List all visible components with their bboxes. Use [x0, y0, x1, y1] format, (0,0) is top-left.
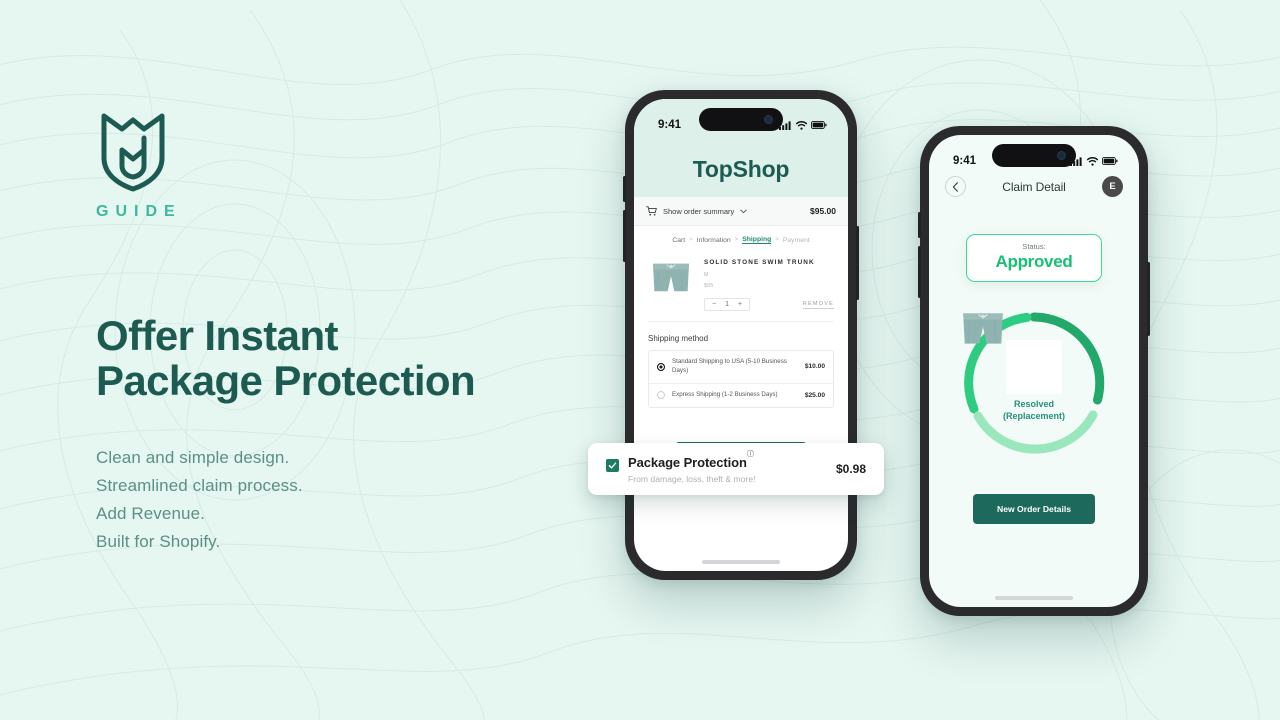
store-name: TopShop: [692, 156, 790, 182]
page-title: Claim Detail: [1002, 179, 1066, 194]
cellular-signal-icon: [1070, 156, 1082, 166]
wifi-icon: [796, 120, 807, 130]
chevron-left-icon: [952, 181, 958, 192]
checkout-screen: 9:41 TopShop Show order summary $95.00 C…: [634, 99, 848, 571]
radio-standard-icon[interactable]: [657, 362, 665, 371]
home-indicator: [702, 560, 780, 564]
info-circle-icon[interactable]: ⓘ: [747, 451, 754, 458]
order-summary-label: Show order summary: [663, 206, 735, 216]
remove-item-button[interactable]: REMOVE: [802, 301, 834, 309]
package-protection-card[interactable]: Package Protectionⓘ From damage, loss, t…: [588, 443, 884, 495]
hero-left-column: GUIDE Offer Instant Package Protection C…: [96, 110, 576, 556]
phone-mockup-checkout: 9:41 TopShop Show order summary $95.00 C…: [623, 90, 859, 580]
breadcrumb-item-cart[interactable]: Cart: [672, 237, 685, 244]
quantity-stepper[interactable]: − 1 +: [704, 298, 751, 311]
phone-mockup-claim: 9:41 Claim Detail E Status: Approved Res…: [918, 126, 1150, 616]
package-protection-checkbox[interactable]: [606, 458, 619, 472]
cart-line-item: SOLID STONE SWIM TRUNK M $85 − 1 + REMOV…: [648, 254, 834, 322]
package-protection-title: Package Protectionⓘ: [628, 451, 754, 470]
quantity-increment-button[interactable]: +: [738, 301, 742, 308]
claim-product-thumbnail: [963, 313, 1062, 395]
guide-shield-g-logo-icon: [101, 113, 165, 192]
order-total: $95.00: [810, 206, 836, 216]
cellular-signal-icon: [779, 120, 791, 130]
brand-wordmark: GUIDE: [96, 203, 182, 220]
status-bar: 9:41: [929, 135, 1139, 175]
ring-center-content: Resolved (Replacement): [959, 308, 1109, 458]
shipping-option-label: Express Shipping (1-2 Business Days): [672, 390, 778, 398]
shipping-option-price: $25.00: [804, 391, 825, 399]
brand-logo: GUIDE: [96, 110, 180, 221]
radio-express-icon[interactable]: [657, 391, 665, 400]
home-indicator: [995, 596, 1073, 600]
shipping-option-label: Standard Shipping to USA (5-10 Business …: [672, 358, 787, 374]
quantity-value: 1: [725, 301, 729, 308]
list-item: Streamlined claim process.: [96, 475, 303, 495]
wifi-icon: [1087, 156, 1098, 166]
new-order-details-button[interactable]: New Order Details: [972, 494, 1096, 524]
breadcrumb-separator: >: [689, 237, 693, 243]
breadcrumb: Cart > Information > Shipping > Payment: [648, 236, 834, 244]
status-bar: 9:41: [634, 99, 848, 139]
order-summary-toggle[interactable]: Show order summary $95.00: [634, 197, 848, 226]
product-price: $85: [704, 283, 714, 289]
swim-trunk-thumbnail-icon: [652, 263, 690, 292]
shipping-option-standard[interactable]: Standard Shipping to USA (5-10 Business …: [649, 351, 833, 383]
shipping-method-heading: Shipping method: [648, 334, 709, 343]
list-item: Built for Shopify.: [96, 531, 221, 551]
status-time: 9:41: [658, 119, 682, 131]
back-button[interactable]: [945, 176, 966, 197]
battery-icon: [1102, 157, 1118, 165]
product-title: SOLID STONE SWIM TRUNK: [704, 259, 815, 266]
phone-mute-button: [918, 212, 921, 238]
breadcrumb-item-payment: Payment: [782, 236, 810, 244]
checkmark-icon: [608, 461, 617, 469]
breadcrumb-separator: >: [775, 237, 779, 243]
status-badge: Status: Approved: [966, 234, 1102, 282]
avatar[interactable]: E: [1101, 176, 1123, 197]
product-thumbnail: [648, 256, 694, 300]
resolution-line-1: Resolved: [1013, 399, 1054, 410]
status-time: 9:41: [953, 155, 977, 167]
list-item: Add Revenue.: [96, 503, 205, 523]
checkout-body: Cart > Information > Shipping > Payment: [634, 226, 848, 472]
resolution-line-2: (Replacement): [1002, 410, 1065, 421]
phone-mute-button: [623, 176, 626, 202]
headline-line-1: Offer Instant: [96, 312, 338, 359]
shipping-option-price: $10.00: [804, 363, 825, 371]
battery-icon: [811, 121, 827, 129]
swim-trunk-thumbnail-icon: [963, 313, 1003, 344]
claim-progress-ring: Resolved (Replacement): [959, 308, 1109, 458]
package-protection-title-text: Package Protection: [628, 455, 747, 470]
package-protection-price: $0.98: [835, 462, 866, 476]
breadcrumb-separator: >: [734, 237, 739, 243]
package-protection-subtitle: From damage, loss, theft & more!: [628, 474, 756, 484]
quantity-decrement-button[interactable]: −: [712, 301, 716, 308]
list-item: Clean and simple design.: [96, 447, 290, 467]
shopping-cart-icon: [646, 206, 657, 216]
shipping-option-express[interactable]: Express Shipping (1-2 Business Days) $25…: [649, 382, 833, 407]
claim-detail-screen: 9:41 Claim Detail E Status: Approved Res…: [929, 135, 1139, 607]
feature-list: Clean and simple design. Streamlined cla…: [96, 444, 576, 556]
shipping-options-group: Standard Shipping to USA (5-10 Business …: [648, 350, 834, 408]
page-title: Offer Instant Package Protection: [96, 313, 576, 404]
status-value: Approved: [995, 252, 1073, 271]
headline-line-2: Package Protection: [96, 357, 476, 405]
claim-resolution-label: Resolved (Replacement): [1003, 399, 1065, 422]
chevron-down-icon: [740, 209, 748, 213]
product-variant: M: [704, 272, 709, 278]
breadcrumb-item-information[interactable]: Information: [697, 237, 731, 244]
hero-canvas: GUIDE Offer Instant Package Protection C…: [0, 0, 1280, 720]
breadcrumb-item-shipping[interactable]: Shipping: [742, 236, 772, 244]
status-label: Status:: [1022, 242, 1046, 251]
